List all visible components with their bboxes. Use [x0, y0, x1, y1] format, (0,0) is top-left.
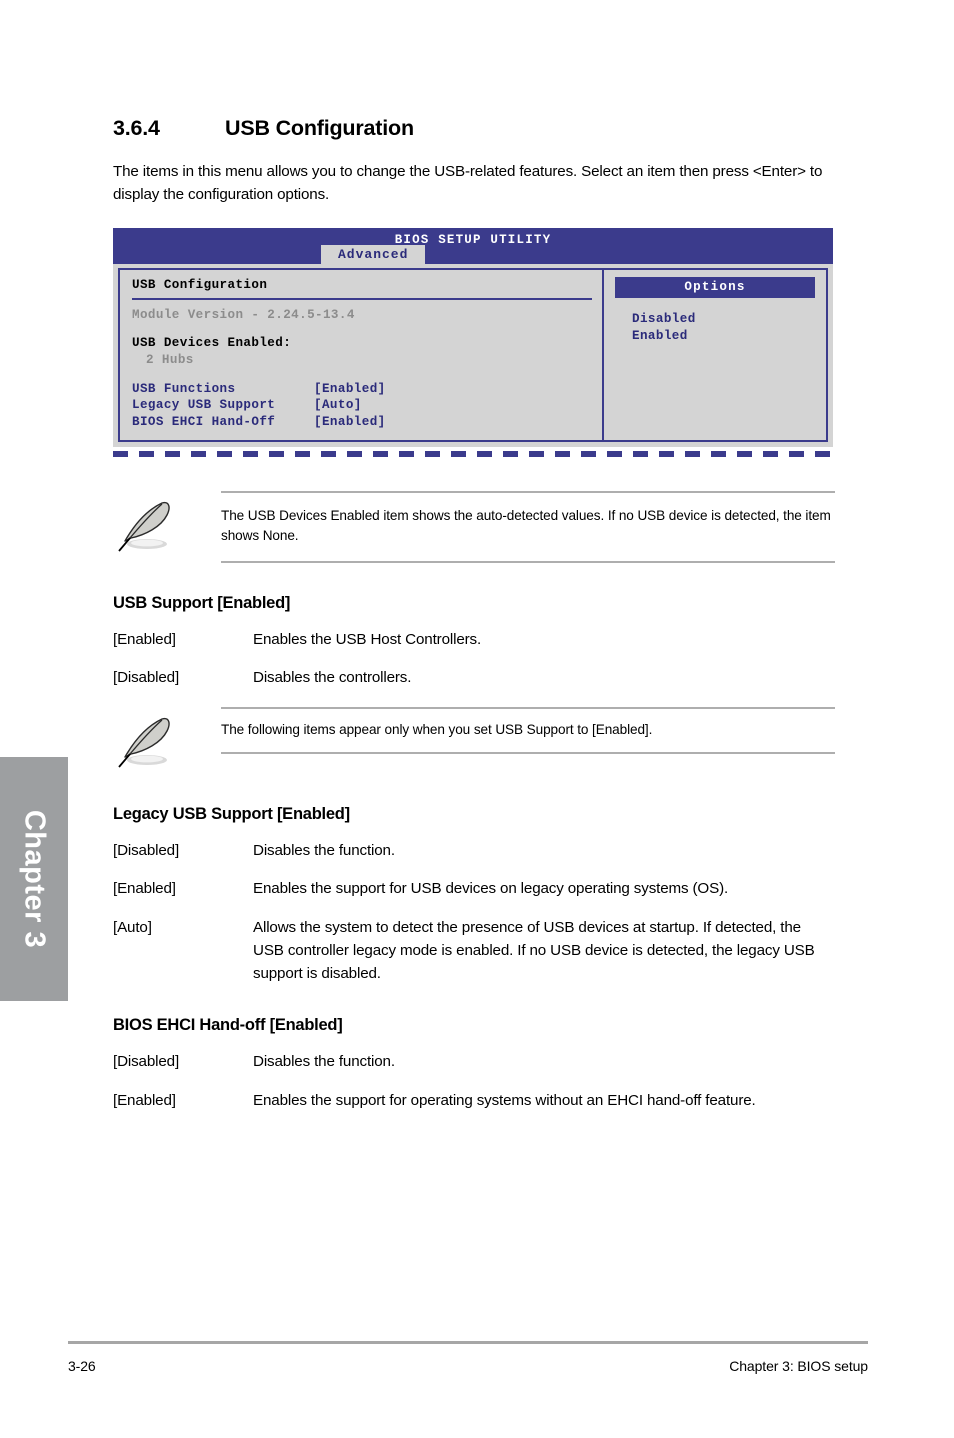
definition-desc: Disables the controllers. [253, 668, 412, 686]
bios-truncation-dashes [113, 450, 833, 457]
note-following-items: The following items appear only when you… [113, 707, 835, 774]
bios-body: USB Configuration Module Version - 2.24.… [113, 263, 833, 447]
footer-chapter-label: Chapter 3: BIOS setup [729, 1358, 868, 1374]
section-title: USB Configuration [225, 116, 414, 140]
section-intro: The items in this menu allows you to cha… [113, 163, 823, 204]
definition-term: [Disabled] [113, 1053, 180, 1071]
bios-item-value: [Enabled] [314, 381, 386, 396]
definition-desc: Disables the function. [253, 842, 395, 860]
definition-desc: Allows the system to detect the presence… [253, 918, 815, 983]
heading-legacy-usb-support: Legacy USB Support [Enabled] [113, 805, 350, 824]
note-body: The USB Devices Enabled item shows the a… [221, 490, 835, 563]
chapter-tab-label: Chapter 3 [18, 809, 51, 949]
bios-module-version: Module Version - 2.24.5-13.4 [132, 307, 355, 322]
bios-item-value: [Enabled] [314, 415, 386, 430]
bios-item-name: USB Functions [132, 381, 236, 396]
definition-desc: Enables the support for USB devices on l… [253, 880, 729, 898]
definition-term: [Enabled] [113, 630, 176, 648]
bios-header: BIOS SETUP UTILITY Advanced [113, 227, 833, 265]
quill-icon [113, 707, 221, 774]
bios-options-panel: Options Disabled Enabled [602, 267, 828, 442]
quill-icon [113, 491, 221, 558]
definition-term: [Enabled] [113, 880, 176, 898]
definition-term: [Enabled] [113, 1091, 176, 1109]
definition-desc: Enables the support for operating system… [253, 1091, 756, 1109]
section-number: 3.6.4 [113, 116, 160, 140]
footer-page-number: 3-26 [68, 1358, 96, 1374]
definition-row: [Disabled] Disables the controllers. [113, 666, 835, 689]
bios-utility-title: BIOS SETUP UTILITY [394, 232, 552, 247]
footer-divider [68, 1341, 868, 1344]
bios-item-value: [Auto] [314, 398, 362, 413]
bios-heading-rule [132, 297, 592, 300]
note-text: The following items appear only when you… [221, 722, 653, 738]
bios-left-panel: USB Configuration Module Version - 2.24.… [118, 267, 602, 442]
footer: 3-26 Chapter 3: BIOS setup [68, 1358, 868, 1374]
definition-term: [Disabled] [113, 842, 180, 860]
heading-usb-support: USB Support [Enabled] [113, 593, 291, 612]
bios-panel-heading: USB Configuration [132, 277, 268, 292]
bios-item-bios-ehci-hand-off[interactable]: BIOS EHCI Hand-Off [Enabled] [132, 414, 592, 431]
definition-row: [Disabled] Disables the function. [113, 1050, 835, 1073]
definition-term: [Auto] [113, 918, 152, 936]
heading-bios-ehci-hand-off: BIOS EHCI Hand-off [Enabled] [113, 1016, 343, 1035]
note-usb-devices-enabled: The USB Devices Enabled item shows the a… [113, 490, 835, 563]
bios-option-enabled[interactable]: Enabled [632, 328, 826, 345]
bios-tab-advanced[interactable]: Advanced [321, 244, 426, 265]
definition-desc: Disables the function. [253, 1053, 395, 1071]
page-content: 3.6.4 USB Configuration The items in thi… [113, 0, 835, 1112]
bios-devices-label: USB Devices Enabled: [132, 336, 292, 351]
definition-row: [Enabled] Enables the support for USB de… [113, 877, 835, 900]
note-text: The USB Devices Enabled item shows the a… [221, 507, 831, 544]
bios-screenshot: BIOS SETUP UTILITY Advanced USB Configur… [113, 227, 833, 457]
definition-row: [Auto] Allows the system to detect the p… [113, 916, 835, 986]
bios-item-name: BIOS EHCI Hand-Off [132, 415, 276, 430]
definition-term: [Disabled] [113, 668, 180, 686]
bios-option-disabled[interactable]: Disabled [632, 311, 826, 328]
bios-options-heading: Options [615, 276, 815, 298]
quill-icon-svg [118, 718, 170, 768]
bios-item-legacy-usb-support[interactable]: Legacy USB Support [Auto] [132, 397, 592, 414]
section-heading: 3.6.4 USB Configuration [113, 116, 835, 141]
quill-icon-svg [118, 501, 170, 552]
definition-row: [Enabled] Enables the USB Host Controlle… [113, 628, 835, 651]
bios-item-usb-functions[interactable]: USB Functions [Enabled] [132, 381, 592, 398]
bios-item-name: Legacy USB Support [132, 398, 276, 413]
bios-options-list: Disabled Enabled [604, 298, 826, 344]
definition-desc: Enables the USB Host Controllers. [253, 630, 482, 648]
bios-devices-value: 2 Hubs [146, 353, 194, 368]
chapter-tab: Chapter 3 [0, 757, 68, 1001]
definition-row: [Enabled] Enables the support for operat… [113, 1089, 835, 1112]
definition-row: [Disabled] Disables the function. [113, 839, 835, 862]
note-body: The following items appear only when you… [221, 707, 835, 754]
